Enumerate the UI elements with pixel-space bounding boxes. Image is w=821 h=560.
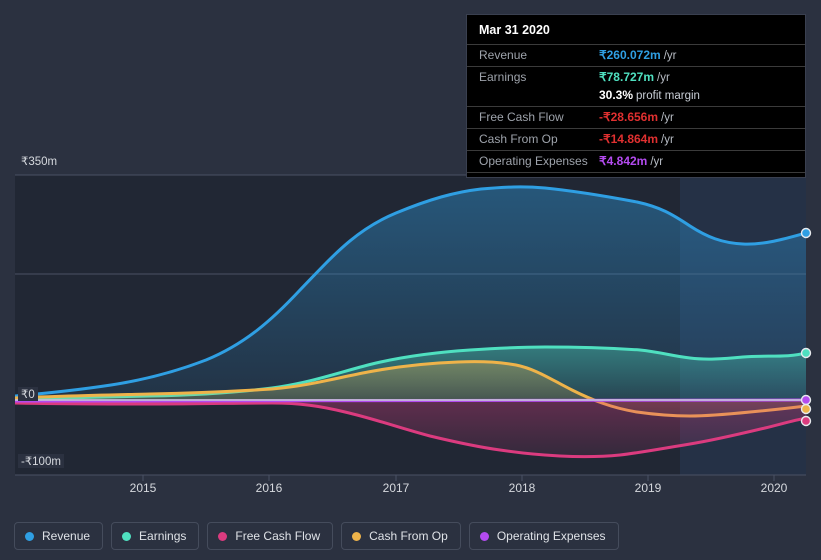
- x-axis-tick-2018: 2018: [508, 481, 536, 495]
- tooltip-value-profit-margin: 30.3%: [599, 88, 634, 102]
- tooltip-label-operating-expenses: Operating Expenses: [479, 154, 588, 168]
- tooltip-label-revenue: Revenue: [479, 48, 528, 62]
- tooltip-value-earnings: ₹78.727m: [599, 70, 655, 84]
- x-axis-tick-2015: 2015: [129, 481, 157, 495]
- x-axis-tick-2020: 2020: [760, 481, 788, 495]
- financial-area-chart: ₹350m ₹0 -₹100m 2015 2016 2017 2018 2019…: [0, 0, 821, 560]
- legend-label-cash-from-op: Cash From Op: [369, 529, 448, 543]
- chart-tooltip: Mar 31 2020 Revenue ₹260.072m /yr Earnin…: [466, 14, 806, 178]
- legend-label-free-cash-flow: Free Cash Flow: [235, 529, 321, 543]
- tooltip-value-operating-expenses: ₹4.842m: [599, 154, 648, 168]
- legend-dot-cash-from-op-icon: [352, 531, 362, 541]
- legend-label-operating-expenses: Operating Expenses: [496, 529, 606, 543]
- end-marker-revenue: [800, 227, 812, 239]
- tooltip-label-earnings: Earnings: [479, 70, 527, 84]
- legend-dot-free-cash-flow-icon: [218, 531, 228, 541]
- x-tick-marks: [142, 475, 775, 481]
- tooltip-date: Mar 31 2020: [479, 23, 550, 37]
- tooltip-unit-revenue: /yr: [663, 50, 677, 62]
- tooltip-value-revenue: ₹260.072m: [599, 48, 661, 62]
- tooltip-unit-profit-margin: profit margin: [636, 90, 700, 102]
- x-axis-tick-2019: 2019: [634, 481, 662, 495]
- tooltip-value-cash-from-op: -₹14.864m: [599, 132, 659, 146]
- tooltip-row-cash-from-op: Cash From Op -₹14.864m /yr: [467, 128, 805, 150]
- tooltip-label-cash-from-op: Cash From Op: [479, 132, 558, 146]
- tooltip-row-operating-expenses: Operating Expenses ₹4.842m /yr: [467, 150, 805, 172]
- legend-label-earnings: Earnings: [139, 529, 187, 543]
- legend-dot-operating-expenses-icon: [479, 531, 489, 541]
- tooltip-row-profit-margin: 30.3% profit margin: [467, 88, 805, 106]
- tooltip-row-earnings: Earnings ₹78.727m /yr: [467, 66, 805, 88]
- tooltip-unit-operating-expenses: /yr: [650, 156, 664, 168]
- tooltip-value-free-cash-flow: -₹28.656m: [599, 110, 659, 124]
- x-axis-tick-2017: 2017: [382, 481, 410, 495]
- tooltip-bottom-rule: [467, 172, 805, 177]
- legend-item-revenue[interactable]: Revenue: [14, 522, 104, 550]
- y-axis-tick-350m: ₹350m: [18, 154, 61, 168]
- legend-item-free-cash-flow[interactable]: Free Cash Flow: [207, 522, 334, 550]
- end-marker-operating-expenses: [800, 394, 812, 406]
- y-axis-tick-neg100m: -₹100m: [18, 454, 64, 468]
- legend-item-operating-expenses[interactable]: Operating Expenses: [468, 522, 619, 550]
- legend-dot-revenue-icon: [25, 531, 34, 541]
- x-axis-tick-2016: 2016: [255, 481, 283, 495]
- legend-dot-earnings-icon: [122, 531, 132, 541]
- y-axis-tick-0: ₹0: [18, 387, 38, 401]
- tooltip-label-free-cash-flow: Free Cash Flow: [479, 110, 564, 124]
- legend-label-revenue: Revenue: [42, 529, 91, 543]
- chart-legend: Revenue Earnings Free Cash Flow Cash Fro…: [14, 522, 619, 550]
- end-marker-free-cash-flow: [800, 415, 812, 427]
- legend-item-cash-from-op[interactable]: Cash From Op: [341, 522, 461, 550]
- tooltip-row-free-cash-flow: Free Cash Flow -₹28.656m /yr: [467, 106, 805, 128]
- tooltip-unit-cash-from-op: /yr: [661, 134, 674, 146]
- end-marker-earnings: [800, 347, 812, 359]
- tooltip-unit-free-cash-flow: /yr: [661, 112, 674, 124]
- tooltip-unit-earnings: /yr: [657, 72, 670, 84]
- end-marker-cash-from-op: [800, 403, 812, 415]
- legend-item-earnings[interactable]: Earnings: [111, 522, 200, 550]
- tooltip-row-revenue: Revenue ₹260.072m /yr: [467, 44, 805, 66]
